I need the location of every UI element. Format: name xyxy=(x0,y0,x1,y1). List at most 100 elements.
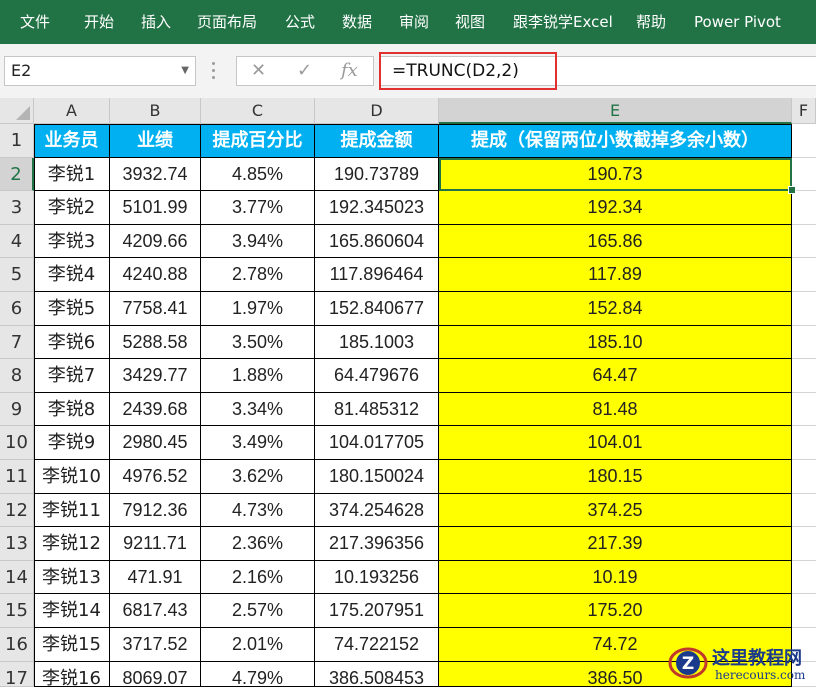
table-cell[interactable]: 李锐14 xyxy=(34,594,110,628)
ribbon-tab-11[interactable]: Power Pivot xyxy=(694,0,781,44)
table-cell[interactable]: 180.15 xyxy=(439,460,792,494)
table-cell[interactable]: 2.78% xyxy=(201,258,315,292)
table-cell[interactable]: 李锐8 xyxy=(34,392,110,427)
row-header-13[interactable]: 13 xyxy=(0,527,34,561)
row-header-15[interactable]: 15 xyxy=(0,594,34,628)
column-header-e[interactable]: E xyxy=(439,98,792,124)
column-header-f[interactable]: F xyxy=(792,98,816,124)
table-cell[interactable]: 165.86 xyxy=(439,224,792,259)
table-cell[interactable]: 李锐4 xyxy=(34,258,110,292)
column-header-c[interactable]: C xyxy=(201,98,315,124)
ribbon-tab-2[interactable]: 开始 xyxy=(84,0,114,44)
row-header-8[interactable]: 8 xyxy=(0,359,34,393)
table-header-cell[interactable]: 提成百分比 xyxy=(201,124,315,158)
table-cell[interactable]: 李锐7 xyxy=(34,359,110,393)
table-cell[interactable]: 4976.52 xyxy=(110,460,201,494)
table-cell[interactable]: 386.508453 xyxy=(315,661,439,687)
table-cell[interactable]: 3.62% xyxy=(201,460,315,494)
empty-cell[interactable] xyxy=(792,594,816,628)
chevron-down-icon[interactable]: ▼ xyxy=(181,57,189,85)
table-cell[interactable]: 3.77% xyxy=(201,191,315,225)
table-cell[interactable]: 3429.77 xyxy=(110,359,201,393)
table-cell[interactable]: 185.1003 xyxy=(315,325,439,360)
empty-cell[interactable] xyxy=(792,392,816,427)
table-cell[interactable]: 152.84 xyxy=(439,292,792,326)
ribbon-tab-7[interactable]: 审阅 xyxy=(399,0,429,44)
empty-cell[interactable] xyxy=(792,224,816,259)
empty-cell[interactable] xyxy=(792,359,816,393)
table-cell[interactable]: 4.79% xyxy=(201,661,315,687)
table-cell[interactable]: 5288.58 xyxy=(110,325,201,360)
table-cell[interactable]: 64.47 xyxy=(439,359,792,393)
table-cell[interactable]: 64.479676 xyxy=(315,359,439,393)
table-cell[interactable]: 217.396356 xyxy=(315,527,439,561)
row-header-11[interactable]: 11 xyxy=(0,460,34,494)
ribbon-tab-4[interactable]: 页面布局 xyxy=(197,0,257,44)
fill-handle[interactable] xyxy=(788,186,796,194)
table-cell[interactable]: 8069.07 xyxy=(110,661,201,687)
table-cell[interactable]: 4.85% xyxy=(201,157,315,192)
table-cell[interactable]: 3.50% xyxy=(201,325,315,360)
table-cell[interactable]: 374.25 xyxy=(439,493,792,528)
table-cell[interactable]: 2.01% xyxy=(201,628,315,662)
row-header-10[interactable]: 10 xyxy=(0,426,34,460)
table-cell[interactable]: 李锐16 xyxy=(34,661,110,687)
table-cell[interactable]: 李锐10 xyxy=(34,460,110,494)
table-cell[interactable]: 3.49% xyxy=(201,426,315,460)
table-cell[interactable]: 7758.41 xyxy=(110,292,201,326)
enter-icon[interactable]: ✓ xyxy=(297,57,312,85)
table-cell[interactable]: 4.73% xyxy=(201,493,315,528)
table-cell[interactable]: 李锐11 xyxy=(34,493,110,528)
table-cell[interactable]: 9211.71 xyxy=(110,527,201,561)
row-header-1[interactable]: 1 xyxy=(0,124,34,158)
ribbon-tab-9[interactable]: 跟李锐学Excel xyxy=(513,0,613,44)
empty-cell[interactable] xyxy=(792,560,816,595)
row-header-14[interactable]: 14 xyxy=(0,560,34,595)
empty-cell[interactable] xyxy=(792,460,816,494)
table-cell[interactable]: 2.16% xyxy=(201,560,315,595)
table-cell[interactable]: 81.48 xyxy=(439,392,792,427)
row-header-4[interactable]: 4 xyxy=(0,224,34,259)
table-cell[interactable]: 10.19 xyxy=(439,560,792,595)
ribbon-tab-5[interactable]: 公式 xyxy=(285,0,315,44)
empty-cell[interactable] xyxy=(792,527,816,561)
table-cell[interactable]: 104.01 xyxy=(439,426,792,460)
row-header-2[interactable]: 2 xyxy=(0,157,34,192)
table-cell[interactable]: 117.896464 xyxy=(315,258,439,292)
table-cell[interactable]: 190.73789 xyxy=(315,157,439,192)
table-cell[interactable]: 2980.45 xyxy=(110,426,201,460)
table-cell[interactable]: 2.57% xyxy=(201,594,315,628)
formula-bar-grip[interactable] xyxy=(211,62,217,82)
table-cell[interactable]: 3.34% xyxy=(201,392,315,427)
table-cell[interactable]: 190.73 xyxy=(439,157,792,192)
table-cell[interactable]: 175.20 xyxy=(439,594,792,628)
table-cell[interactable]: 3.94% xyxy=(201,224,315,259)
table-cell[interactable]: 3932.74 xyxy=(110,157,201,192)
table-header-cell[interactable]: 提成金额 xyxy=(315,124,439,158)
table-cell[interactable]: 152.840677 xyxy=(315,292,439,326)
empty-cell[interactable] xyxy=(792,191,816,225)
table-cell[interactable]: 7912.36 xyxy=(110,493,201,528)
table-cell[interactable]: 6817.43 xyxy=(110,594,201,628)
empty-cell[interactable] xyxy=(792,258,816,292)
table-cell[interactable]: 175.207951 xyxy=(315,594,439,628)
table-cell[interactable]: 李锐2 xyxy=(34,191,110,225)
name-box[interactable]: E2 ▼ xyxy=(4,56,196,86)
ribbon-tab-6[interactable]: 数据 xyxy=(342,0,372,44)
ribbon-tab-8[interactable]: 视图 xyxy=(455,0,485,44)
table-header-cell[interactable]: 业绩 xyxy=(110,124,201,158)
insert-function-icon[interactable]: fx xyxy=(341,57,358,85)
row-header-5[interactable]: 5 xyxy=(0,258,34,292)
row-header-3[interactable]: 3 xyxy=(0,191,34,225)
table-cell[interactable]: 2439.68 xyxy=(110,392,201,427)
column-header-d[interactable]: D xyxy=(315,98,439,124)
row-header-16[interactable]: 16 xyxy=(0,628,34,662)
row-header-9[interactable]: 9 xyxy=(0,392,34,427)
table-cell[interactable]: 117.89 xyxy=(439,258,792,292)
table-cell[interactable]: 374.254628 xyxy=(315,493,439,528)
table-cell[interactable]: 4240.88 xyxy=(110,258,201,292)
table-cell[interactable]: 2.36% xyxy=(201,527,315,561)
empty-cell[interactable] xyxy=(792,292,816,326)
select-all-button[interactable] xyxy=(0,98,34,124)
table-header-cell[interactable]: 提成（保留两位小数截掉多余小数） xyxy=(439,124,792,158)
